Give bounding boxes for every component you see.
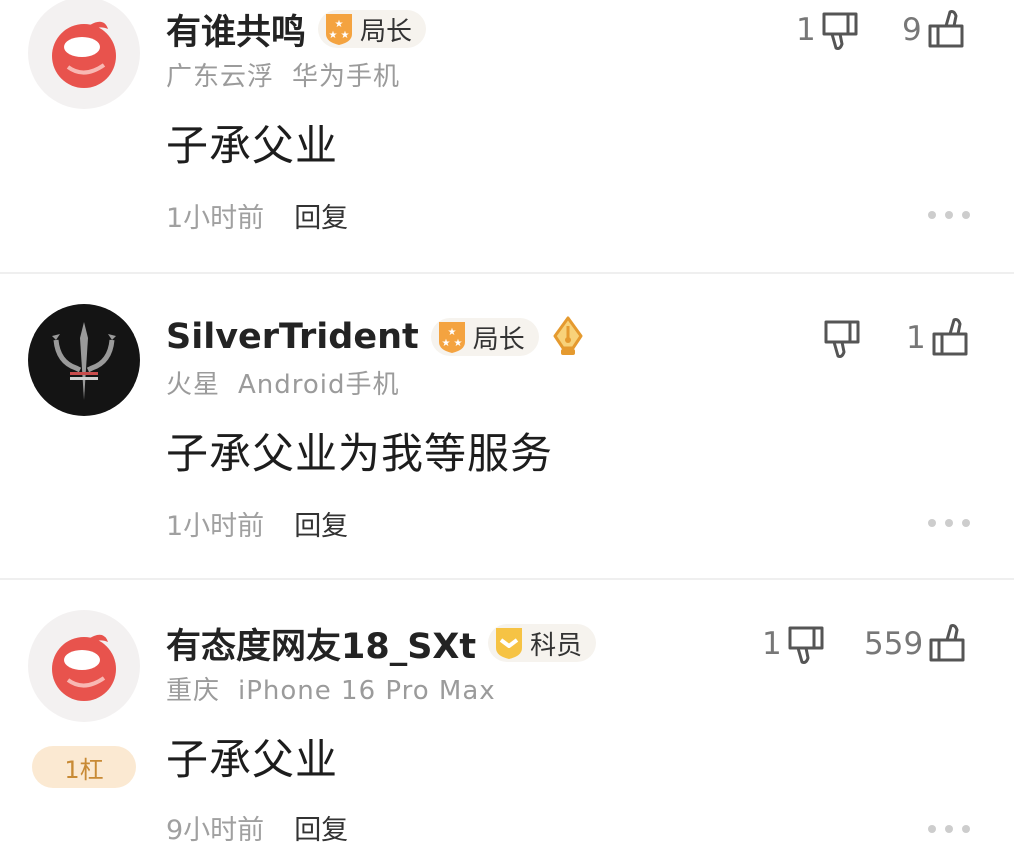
user-meta: 重庆 iPhone 16 Pro Max: [166, 670, 514, 707]
pen-nib-medal-icon[interactable]: [551, 316, 585, 358]
chevron-badge-icon: [496, 628, 523, 659]
like-count: 1: [906, 320, 926, 356]
comment-item: SilverTrident ★ ★ ★ 局长 火星 Android手机 子承父业为…: [0, 274, 1014, 578]
thumbs-down-icon: [824, 320, 860, 358]
rank-badge: 科员: [488, 624, 597, 662]
avatar[interactable]: [28, 610, 140, 722]
device: iPhone 16 Pro Max: [238, 676, 496, 706]
more-options-button[interactable]: [928, 210, 970, 220]
like-button[interactable]: 559: [864, 622, 969, 666]
dislike-count: 1: [762, 626, 782, 662]
device: 华为手机: [292, 62, 401, 92]
comment-text: 子承父业为我等服务: [166, 429, 554, 478]
rank-badge: ★ ★ ★ 局长: [430, 318, 539, 356]
comment-item: 有谁共鸣 ★ ★ ★ 局长 广东云浮 华为手机 子承父业 1小时前 回复 1 9: [0, 0, 1014, 272]
svg-text:★: ★: [447, 327, 456, 338]
thumbs-up-icon: [928, 10, 964, 48]
more-options-button[interactable]: [928, 518, 970, 528]
name-row: 有态度网友18_SXt 科员: [166, 618, 597, 669]
floor-badge: 1杠: [32, 746, 136, 788]
dot-icon: [945, 825, 953, 833]
thumbs-down-icon: [788, 626, 824, 664]
badge-label: 局长: [472, 324, 525, 355]
more-options-button[interactable]: [928, 824, 970, 834]
comment-text: 子承父业: [166, 735, 339, 784]
svg-text:★: ★: [441, 338, 450, 349]
user-meta: 广东云浮 华为手机: [166, 56, 418, 93]
stars-badge-icon: ★ ★ ★: [438, 322, 465, 353]
dislike-count: 1: [796, 12, 816, 48]
reply-button[interactable]: 回复: [294, 196, 348, 235]
default-avatar-icon: [52, 634, 116, 701]
default-avatar-icon: [52, 21, 116, 88]
thumbs-up-icon: [932, 318, 968, 356]
comment-footer: 1小时前 回复: [166, 504, 348, 543]
device: Android手机: [238, 370, 400, 400]
like-count: 9: [902, 12, 922, 48]
dot-icon: [945, 211, 953, 219]
rank-badge: ★ ★ ★ 局长: [318, 10, 427, 48]
dot-icon: [962, 519, 970, 527]
svg-text:★: ★: [453, 338, 462, 349]
badge-label: 科员: [530, 630, 583, 661]
timestamp: 9小时前: [166, 815, 265, 846]
svg-text:★: ★: [341, 30, 350, 41]
comment-footer: 9小时前 回复: [166, 808, 348, 847]
username[interactable]: 有态度网友18_SXt: [166, 618, 476, 669]
dislike-button[interactable]: 1: [796, 8, 862, 52]
like-button[interactable]: 1: [906, 316, 972, 360]
like-button[interactable]: 9: [902, 8, 968, 52]
name-row: SilverTrident ★ ★ ★ 局长: [166, 314, 585, 360]
username[interactable]: SilverTrident: [166, 317, 419, 357]
thumbs-up-icon: [929, 624, 965, 662]
location: 火星: [166, 370, 221, 400]
user-meta: 火星 Android手机: [166, 364, 418, 401]
avatar[interactable]: [28, 0, 140, 109]
dot-icon: [928, 519, 936, 527]
thumbs-down-icon: [822, 12, 858, 50]
svg-text:★: ★: [335, 19, 344, 30]
comment-footer: 1小时前 回复: [166, 196, 348, 235]
badge-label: 局长: [360, 16, 413, 47]
avatar[interactable]: [28, 304, 140, 416]
dot-icon: [945, 519, 953, 527]
like-count: 559: [864, 626, 924, 662]
stars-badge-icon: ★ ★ ★: [326, 14, 353, 45]
name-row: 有谁共鸣 ★ ★ ★ 局长: [166, 4, 427, 55]
username[interactable]: 有谁共鸣: [166, 4, 306, 55]
timestamp: 1小时前: [166, 203, 265, 234]
dislike-button[interactable]: 1: [762, 622, 828, 666]
location: 广东云浮: [166, 62, 275, 92]
dot-icon: [962, 825, 970, 833]
dislike-button[interactable]: [818, 316, 864, 360]
location: 重庆: [166, 676, 221, 706]
timestamp: 1小时前: [166, 511, 265, 542]
reply-button[interactable]: 回复: [294, 504, 348, 543]
dot-icon: [928, 825, 936, 833]
trident-avatar-icon: [34, 310, 134, 410]
comment-item: 1杠 有态度网友18_SXt 科员 重庆 iPhone 16 Pro Max 子承…: [0, 580, 1014, 846]
dot-icon: [962, 211, 970, 219]
dot-icon: [928, 211, 936, 219]
comment-text: 子承父业: [166, 121, 339, 170]
reply-button[interactable]: 回复: [294, 808, 348, 847]
svg-text:★: ★: [329, 30, 338, 41]
